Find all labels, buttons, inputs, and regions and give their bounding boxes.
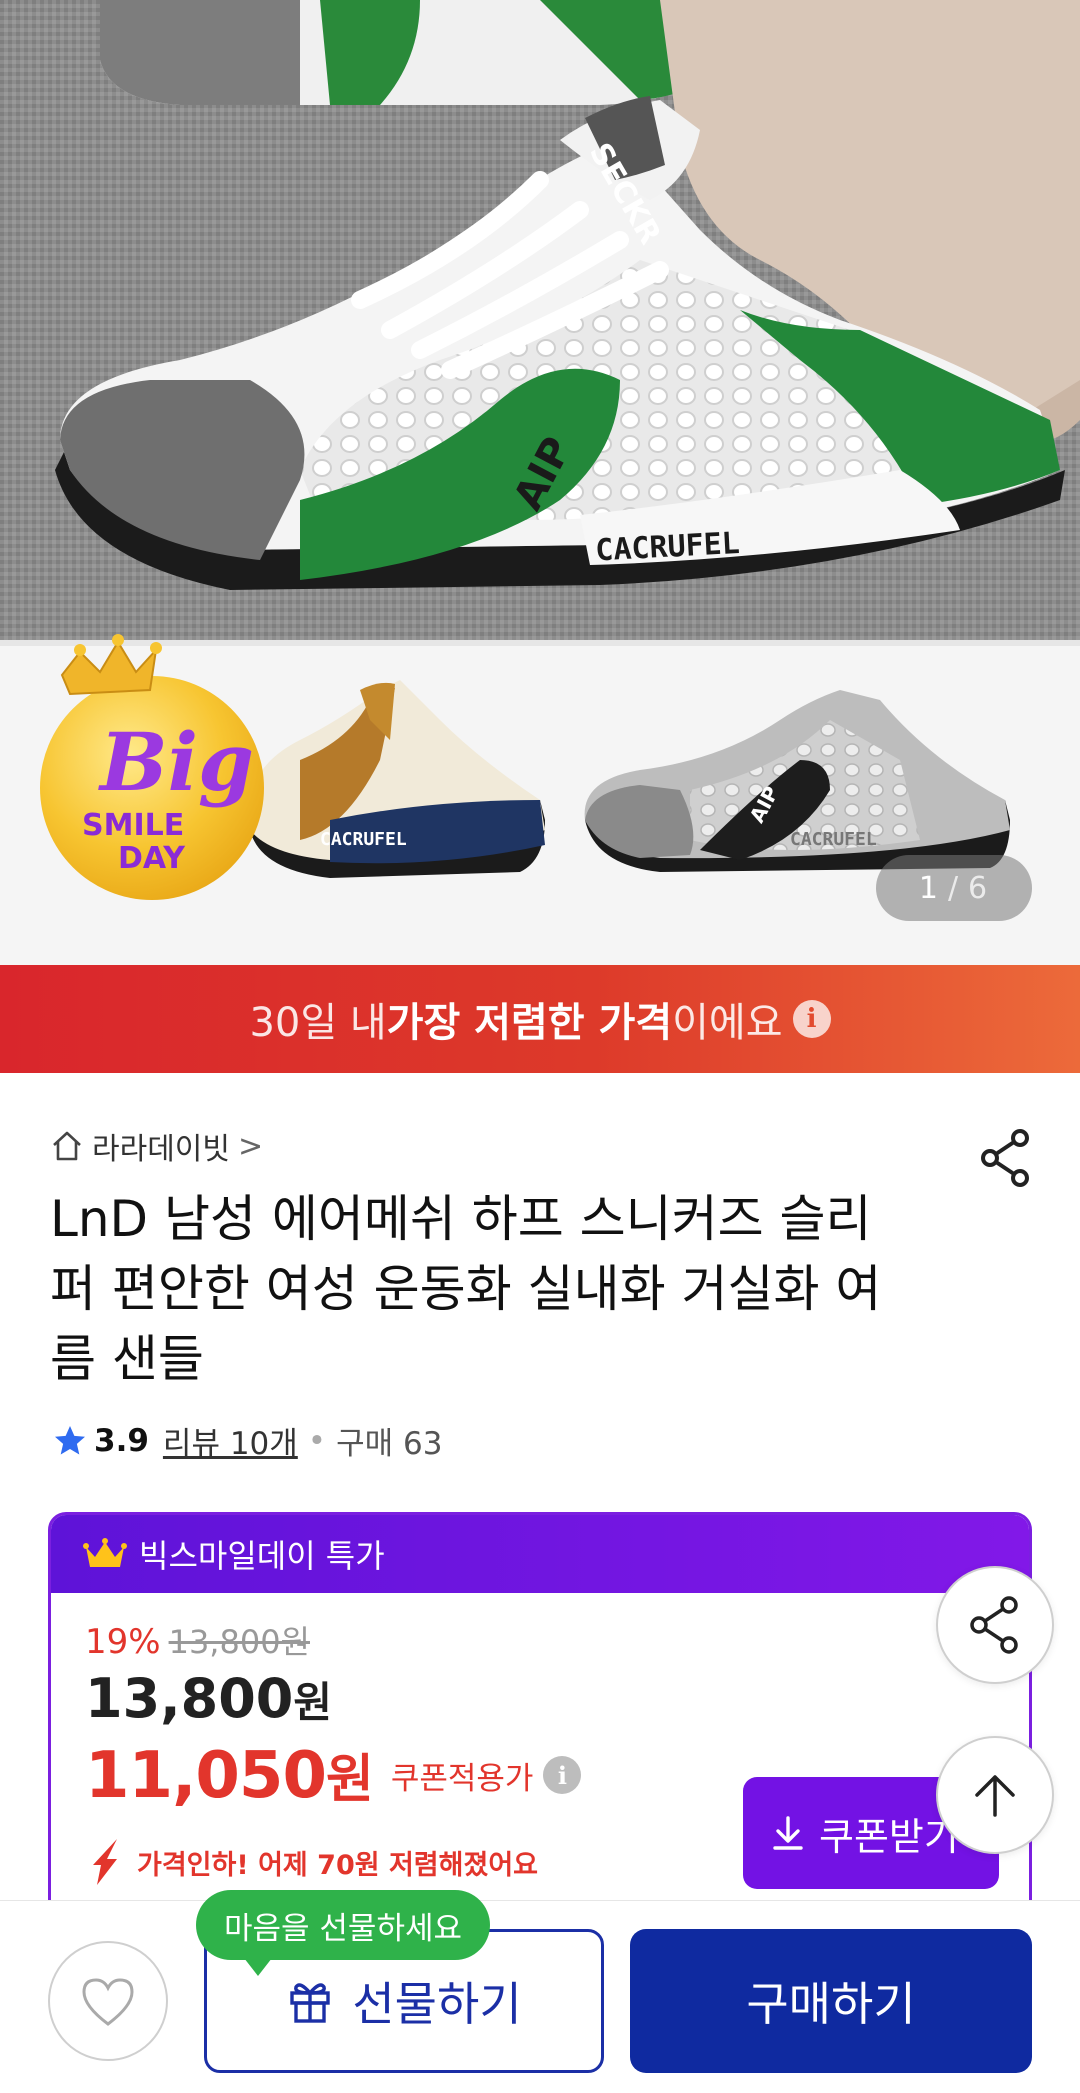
- home-icon: [53, 1131, 81, 1161]
- svg-text:Big: Big: [98, 715, 254, 809]
- coupon-price-number: 11,050: [85, 1739, 327, 1813]
- svg-text:CACRUFEL: CACRUFEL: [790, 829, 877, 850]
- coupon-price-row: 11,050원 쿠폰적용가 i: [85, 1737, 582, 1813]
- store-name: 라라데이빗: [92, 1132, 230, 1167]
- deal-header: 빅스마일데이 특가: [51, 1515, 1029, 1593]
- gift-button-label: 선물하기: [352, 1977, 522, 2031]
- original-price: 13,800원: [168, 1623, 310, 1661]
- svg-text:SMILE: SMILE: [82, 808, 184, 843]
- price-drop-text: 가격인하! 어제 70원 저렴해졌어요: [137, 1849, 539, 1881]
- crown-icon: [83, 1538, 127, 1567]
- banner-suffix: 이에요: [672, 1000, 783, 1046]
- svg-text:CACRUFEL: CACRUFEL: [320, 829, 407, 850]
- rating-score: 3.9: [94, 1422, 149, 1459]
- sale-price-number: 13,800: [85, 1667, 294, 1730]
- deal-box: 빅스마일데이 특가 19% 13,800원 13,800원 11,050원 쿠폰…: [48, 1512, 1032, 1952]
- price-drop-notice: 가격인하! 어제 70원 저렴해졌어요: [87, 1837, 538, 1887]
- discount-row: 19% 13,800원: [85, 1617, 310, 1663]
- get-coupon-label: 쿠폰받기: [819, 1814, 959, 1859]
- scroll-to-top-button[interactable]: [936, 1736, 1054, 1854]
- image-counter-current: 1: [918, 870, 940, 906]
- info-icon[interactable]: i: [792, 1000, 831, 1038]
- share-icon: [970, 1596, 1018, 1654]
- product-title: LnD 남성 에어메쉬 하프 스니커즈 슬리퍼 편안한 여성 운동화 실내화 거…: [50, 1190, 882, 1388]
- image-counter-separator: /: [947, 870, 961, 906]
- gift-tooltip: 마음을 선물하세요: [196, 1890, 491, 1976]
- arrow-up-icon: [975, 1775, 1015, 1817]
- buy-button[interactable]: 구매하기: [630, 1929, 1032, 2073]
- deal-header-label: 빅스마일데이 특가: [139, 1537, 385, 1575]
- svg-text:DAY: DAY: [118, 841, 186, 876]
- gift-icon: [290, 1983, 331, 2023]
- purchase-count: 구매 63: [336, 1426, 443, 1462]
- coupon-price: 11,050원: [85, 1737, 374, 1813]
- separator-dot: •: [307, 1422, 327, 1459]
- download-icon: [773, 1816, 803, 1850]
- wishlist-button[interactable]: [48, 1941, 168, 2061]
- coupon-price-label: 쿠폰적용가: [390, 1760, 534, 1797]
- image-counter-total: 6: [968, 870, 990, 906]
- chevron-right-icon: >: [238, 1128, 264, 1164]
- gift-tooltip-text: 마음을 선물하세요: [224, 1910, 463, 1947]
- rating-row[interactable]: 3.9 리뷰 10개 • 구매 63: [52, 1418, 442, 1463]
- buy-button-label: 구매하기: [746, 1977, 916, 2031]
- coupon-price-unit: 원: [325, 1750, 374, 1810]
- star-icon: [55, 1425, 85, 1454]
- banner-prefix: 30일 내: [249, 1000, 387, 1046]
- share-icon[interactable]: [978, 1128, 1034, 1188]
- lowest-price-banner[interactable]: 30일 내 가장 저렴한 가격 이에요 i: [0, 965, 1080, 1073]
- bottom-action-bar: 선물하기 구매하기: [0, 1900, 1080, 2093]
- floating-share-button[interactable]: [936, 1566, 1054, 1684]
- discount-percent: 19%: [85, 1622, 161, 1662]
- arrow-down-icon: [93, 1839, 117, 1885]
- product-photo: SECKR AIP CACRUFEL CACRUFEL CACRUFEL AIP…: [0, 0, 1080, 965]
- product-image-gallery[interactable]: SECKR AIP CACRUFEL CACRUFEL CACRUFEL AIP…: [0, 0, 1080, 965]
- heart-icon: [82, 1978, 134, 2026]
- info-icon[interactable]: i: [543, 1756, 582, 1794]
- banner-highlight: 가장 저렴한 가격: [386, 1000, 673, 1046]
- store-link[interactable]: 라라데이빗 >: [50, 1124, 263, 1168]
- review-count-link[interactable]: 리뷰 10개: [163, 1418, 298, 1463]
- sale-price: 13,800원: [85, 1667, 332, 1730]
- sale-price-unit: 원: [293, 1678, 333, 1727]
- image-counter: 1 / 6: [876, 855, 1032, 921]
